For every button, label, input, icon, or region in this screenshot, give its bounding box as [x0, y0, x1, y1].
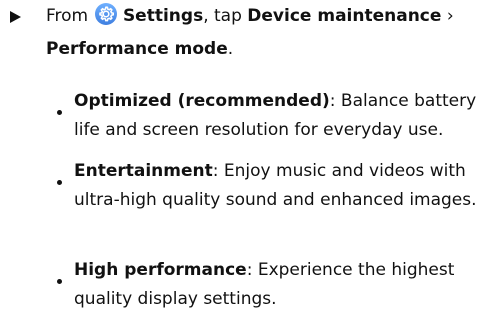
performance-mode-label: Performance mode: [46, 39, 228, 59]
list-item: Optimized (recommended): Balance battery…: [74, 87, 494, 145]
option-title: Entertainment: [74, 161, 213, 181]
step-instruction: From Settings, tap Device maintenance › …: [46, 2, 486, 64]
device-maintenance-label: Device maintenance: [247, 6, 442, 26]
settings-label: Settings: [122, 6, 204, 26]
step-prefix: From: [46, 6, 89, 26]
option-title: High performance: [74, 260, 247, 280]
list-item: High performance: Experience the highest…: [74, 256, 494, 314]
option-separator: :: [212, 161, 219, 181]
step-middle: , tap: [203, 6, 242, 26]
settings-gear-icon: [94, 3, 117, 35]
bullet-icon: [57, 180, 62, 185]
option-separator: :: [329, 91, 336, 111]
option-title: Optimized (recommended): [74, 91, 330, 111]
step-end: .: [227, 39, 234, 59]
step-separator: ›: [441, 6, 454, 26]
bullet-icon: [57, 279, 62, 284]
step-arrow-icon: [10, 11, 21, 23]
option-separator: :: [246, 260, 253, 280]
bullet-icon: [57, 110, 62, 115]
list-item: Entertainment: Enjoy music and videos wi…: [74, 157, 494, 215]
